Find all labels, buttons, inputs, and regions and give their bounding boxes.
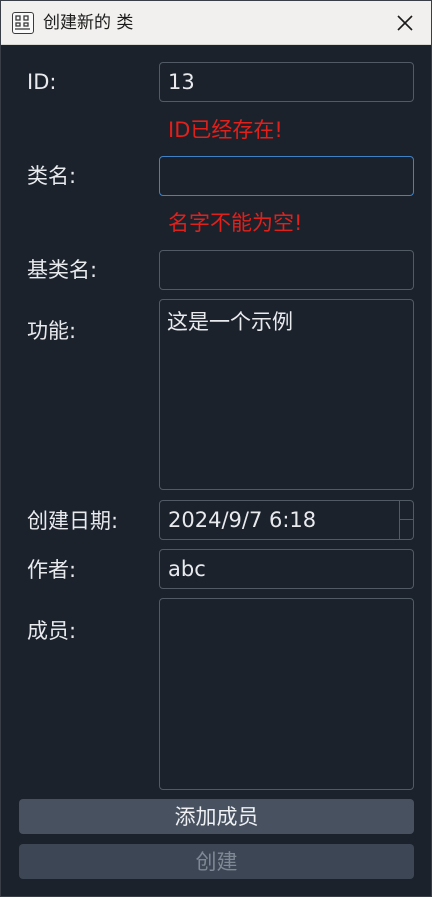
close-icon[interactable] [396, 14, 414, 32]
function-label: 功能: [27, 319, 77, 343]
created-date-value[interactable]: 2024/9/7 6:18 [168, 506, 316, 534]
spin-up-button[interactable] [400, 501, 413, 520]
base-class-label: 基类名: [27, 258, 98, 282]
class-name-input[interactable] [159, 156, 414, 196]
id-label: ID: [27, 70, 57, 94]
id-input[interactable] [159, 62, 414, 102]
spin-buttons [399, 501, 413, 539]
close-button[interactable] [379, 1, 431, 45]
title-bar: 创建新的 类 [1, 1, 431, 45]
author-label: 作者: [27, 558, 77, 582]
window-title: 创建新的 类 [43, 13, 134, 33]
members-list[interactable] [159, 598, 414, 790]
spin-down-button[interactable] [400, 520, 413, 539]
base-class-input[interactable] [159, 250, 414, 290]
id-error-message: ID已经存在! [168, 118, 283, 142]
class-name-error-message: 名字不能为空! [168, 211, 303, 235]
author-input[interactable] [159, 549, 414, 589]
add-member-button[interactable]: 添加成员 [19, 799, 414, 834]
members-label: 成员: [27, 619, 77, 643]
created-date-spinbox[interactable]: 2024/9/7 6:18 [159, 500, 414, 540]
function-textarea[interactable]: 这是一个示例 [159, 299, 414, 490]
class-grid-icon [12, 12, 34, 34]
created-date-label: 创建日期: [27, 509, 119, 533]
create-button[interactable]: 创建 [19, 844, 414, 879]
class-name-label: 类名: [27, 164, 77, 188]
create-class-dialog: 创建新的 类 ID: ID已经存在! 类名: 名字不能为空! 基类名: 功能: … [0, 0, 432, 897]
